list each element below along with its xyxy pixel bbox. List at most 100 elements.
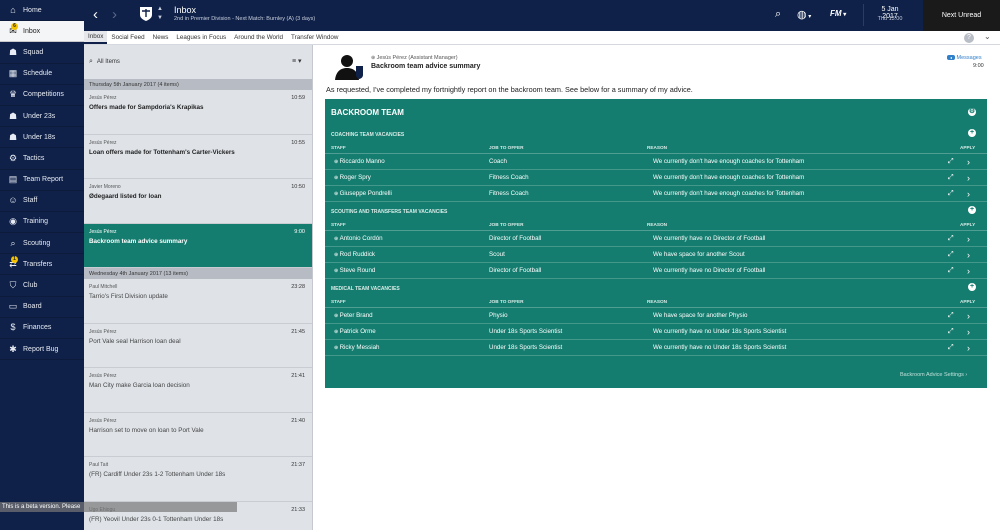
message-intro: As requested, I've completed my fortnigh…	[326, 85, 693, 94]
message-item[interactable]: Paul Tait (FR) Cardiff Under 23s 1-2 Tott…	[84, 457, 312, 502]
sidebar-item-under-23s[interactable]: ☗ Under 23s	[0, 106, 84, 128]
sidebar-item-schedule[interactable]: ▦ Schedule	[0, 64, 84, 85]
sidebar-item-staff[interactable]: ☺ Staff	[0, 191, 84, 212]
sidebar-item-training[interactable]: ◉ Training	[0, 212, 84, 234]
apply-chevron-icon[interactable]: ›	[967, 266, 970, 276]
staff-name[interactable]: ⊕ Giuseppe Pondrelli	[334, 190, 392, 197]
sidebar-item-scouting[interactable]: ⌕ Scouting	[0, 233, 84, 255]
sidebar-item-tactics[interactable]: ⚙ Tactics	[0, 148, 84, 170]
message-subject: Ødegaard listed for loan	[89, 193, 162, 200]
expand-icon[interactable]: ⤢	[948, 251, 954, 259]
club-crest-icon[interactable]	[139, 6, 153, 22]
sidebar-item-report-bug[interactable]: ✱ Report Bug	[0, 339, 84, 361]
apply-chevron-icon[interactable]: ›	[967, 250, 970, 260]
staff-row[interactable]: ⊕ Rod Ruddick Scout We have space for anot…	[325, 247, 987, 263]
add-icon[interactable]: +	[968, 206, 976, 214]
tab-around-the-world[interactable]: Around the World	[230, 31, 287, 44]
help-icon[interactable]: ?	[964, 33, 974, 43]
staff-name[interactable]: ⊕ Steve Round	[334, 267, 375, 274]
expand-icon[interactable]: ⤢	[948, 158, 954, 166]
tab-news[interactable]: News	[149, 31, 173, 44]
date-group-header[interactable]: Thursday 5th January 2017 (4 items)	[84, 79, 312, 90]
date-group-header[interactable]: Wednesday 4th January 2017 (13 items)	[84, 268, 312, 279]
staff-name[interactable]: ⊕ Peter Brand	[334, 312, 373, 319]
tab-social-feed[interactable]: Social Feed	[107, 31, 148, 44]
fm-logo[interactable]: FM ▾	[830, 9, 846, 18]
staff-name[interactable]: ⊕ Roger Spry	[334, 174, 371, 181]
messages-link[interactable]: ◂ Messages	[947, 55, 982, 61]
tab-transfer-window[interactable]: Transfer Window	[287, 31, 342, 44]
message-item[interactable]: Javier Moreno Ødegaard listed for loan 10:…	[84, 179, 312, 224]
message-item[interactable]: Jesús Pérez Loan offers made for Tottenha…	[84, 135, 312, 179]
sidebar-item-team-report[interactable]: ▤ Team Report	[0, 170, 84, 191]
sidebar-item-squad[interactable]: ☗ Squad	[0, 42, 84, 64]
settings-icon[interactable]: ⚙	[968, 108, 976, 116]
sidebar-item-club[interactable]: ⛉ Club	[0, 275, 84, 297]
staff-name[interactable]: ⊕ Patrick Orme	[334, 328, 376, 335]
staff-name[interactable]: ⊕ Riccardo Manno	[334, 158, 385, 165]
apply-chevron-icon[interactable]: ›	[967, 157, 970, 167]
tab-inbox[interactable]: Inbox	[84, 31, 108, 44]
apply-chevron-icon[interactable]: ›	[967, 234, 970, 244]
staff-row[interactable]: ⊕ Antonio Cordón Director of Football We c…	[325, 231, 987, 247]
column-header-apply: APPLY	[960, 221, 976, 227]
chevron-down-icon[interactable]: ⌄	[984, 32, 991, 41]
message-item[interactable]: Paul Mitchell Tarrio's First Division upd…	[84, 279, 312, 324]
globe-icon[interactable]: ◍ ▾	[797, 8, 811, 21]
staff-row[interactable]: ⊕ Ricky Messiah Under 18s Sports Scientis…	[325, 340, 987, 356]
message-item[interactable]: Jesús Pérez Offers made for Sampdoria's K…	[84, 90, 312, 135]
column-headers: STAFF JOB TO OFFER REASON APPLY	[325, 141, 987, 154]
expand-icon[interactable]: ⤢	[948, 312, 954, 320]
staff-row[interactable]: ⊕ Steve Round Director of Football We curr…	[325, 263, 987, 279]
staff-name[interactable]: ⊕ Ricky Messiah	[334, 344, 379, 351]
job-to-offer: Under 18s Sports Scientist	[489, 344, 563, 351]
expand-icon[interactable]: ⤢	[948, 344, 954, 352]
apply-chevron-icon[interactable]: ›	[967, 343, 970, 353]
next-unread-button[interactable]: Next Unread	[923, 0, 1000, 31]
expand-icon[interactable]: ⤢	[948, 267, 954, 275]
add-icon[interactable]: +	[968, 129, 976, 137]
message-time: 9:00	[973, 63, 984, 69]
staff-row[interactable]: ⊕ Giuseppe Pondrelli Fitness Coach We curr…	[325, 186, 987, 202]
staff-row[interactable]: ⊕ Peter Brand Physio We have space for ano…	[325, 308, 987, 324]
staff-row[interactable]: ⊕ Roger Spry Fitness Coach We currently do…	[325, 170, 987, 186]
apply-chevron-icon[interactable]: ›	[967, 173, 970, 183]
bug-icon: ✱	[9, 343, 17, 354]
sidebar-item-finances[interactable]: $ Finances	[0, 318, 84, 339]
search-input[interactable]: ⌕ All Items	[89, 54, 286, 70]
search-icon[interactable]: ⌕	[775, 8, 781, 21]
expand-icon[interactable]: ⤢	[948, 190, 954, 198]
back-icon[interactable]: ‹	[93, 6, 98, 24]
add-icon[interactable]: +	[968, 283, 976, 291]
sidebar-item-transfers[interactable]: ⇄ Transfers 1	[0, 254, 84, 276]
apply-chevron-icon[interactable]: ›	[967, 327, 970, 337]
sidebar-item-board[interactable]: ▭ Board	[0, 297, 84, 318]
staff-row[interactable]: ⊕ Riccardo Manno Coach We currently don't …	[325, 154, 987, 170]
backroom-advice-settings-link[interactable]: Backroom Advice Settings ›	[900, 372, 967, 378]
expand-icon[interactable]: ⤢	[948, 328, 954, 336]
filter-menu-icon[interactable]: ≡ ▾	[292, 57, 302, 65]
club-switch-icon[interactable]: ▲ ▼	[157, 5, 163, 23]
sidebar-item-competitions[interactable]: ♛ Competitions	[0, 85, 84, 106]
column-headers: STAFF JOB TO OFFER REASON APPLY	[325, 218, 987, 231]
sidebar-item-under-18s[interactable]: ☗ Under 18s	[0, 127, 84, 149]
staff-name[interactable]: ⊕ Antonio Cordón	[334, 235, 383, 242]
message-item[interactable]: Jesús Pérez Port Vale seal Harrison loan …	[84, 324, 312, 368]
sidebar-item-inbox[interactable]: ✉ Inbox 6	[0, 21, 84, 43]
message-time: 10:55	[291, 139, 305, 146]
sidebar-item-label: Under 18s	[23, 133, 56, 141]
forward-icon[interactable]: ›	[112, 6, 117, 24]
message-subject: Man City make Garcia loan decision	[89, 382, 190, 389]
expand-icon[interactable]: ⤢	[948, 235, 954, 243]
staff-name[interactable]: ⊕ Rod Ruddick	[334, 251, 375, 258]
message-item[interactable]: Jesús Pérez Man City make Garcia loan dec…	[84, 368, 312, 413]
staff-name-text: Roger Spry	[339, 174, 371, 181]
message-item[interactable]: Jesús Pérez Backroom team advice summary 9…	[84, 223, 312, 268]
staff-row[interactable]: ⊕ Patrick Orme Under 18s Sports Scientist…	[325, 324, 987, 340]
message-item[interactable]: Jesús Pérez Harrison set to move on loan …	[84, 413, 312, 457]
tab-leagues-in-focus[interactable]: Leagues in Focus	[172, 31, 230, 44]
apply-chevron-icon[interactable]: ›	[967, 189, 970, 199]
expand-icon[interactable]: ⤢	[948, 174, 954, 182]
sidebar-item-home[interactable]: ⌂ Home	[0, 0, 84, 22]
apply-chevron-icon[interactable]: ›	[967, 311, 970, 321]
